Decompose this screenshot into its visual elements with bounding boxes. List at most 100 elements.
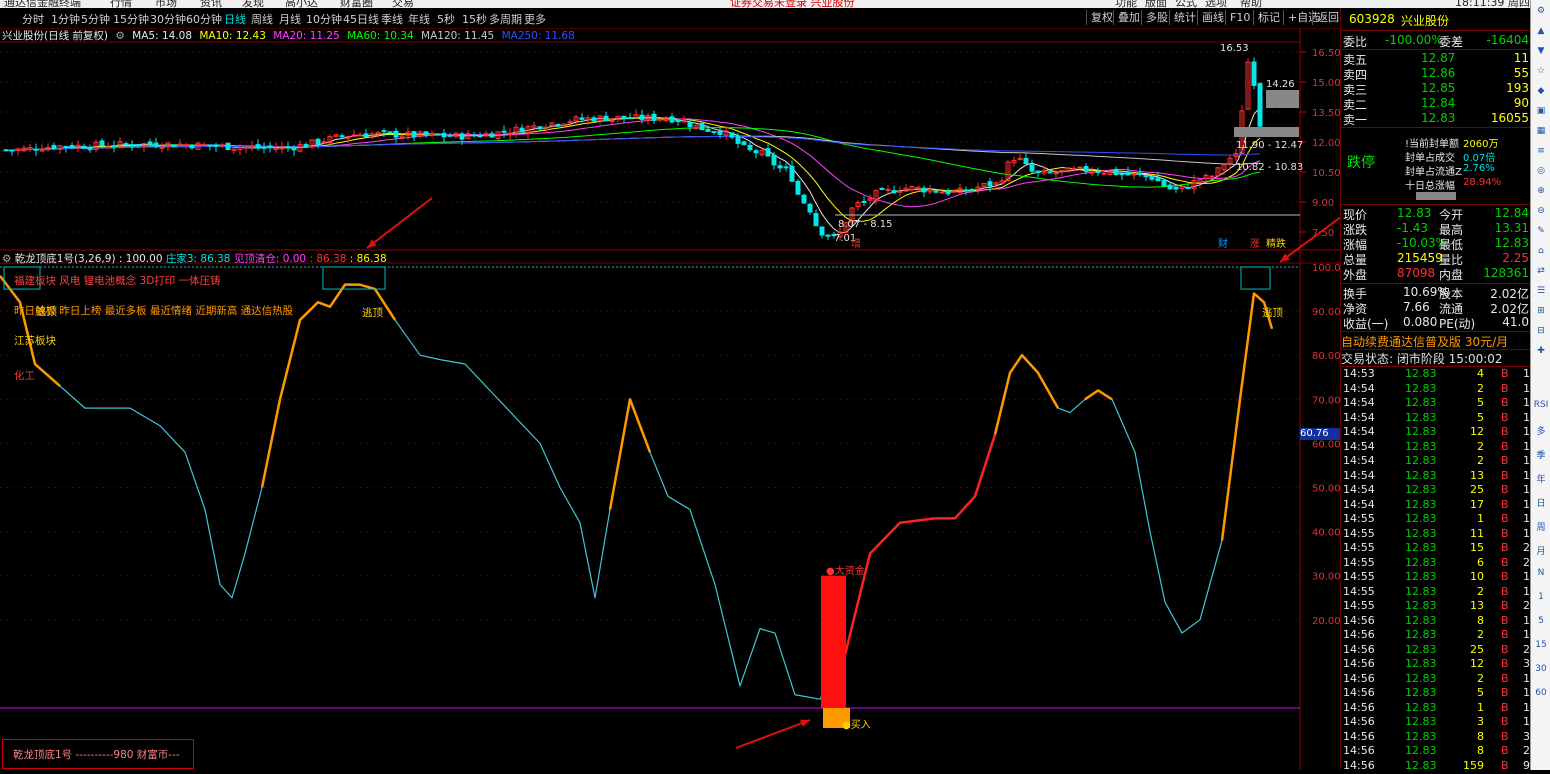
tick-time: 14:56 [1343, 671, 1375, 685]
toolbar-icon-12[interactable]: ⌂ [1533, 246, 1549, 256]
candle-body [435, 133, 441, 136]
candle-body [1125, 171, 1131, 176]
candle-body [1083, 166, 1089, 172]
toolbar-icon-10[interactable]: ⊖ [1533, 206, 1549, 216]
toolbar-period-4[interactable]: 日 [1533, 496, 1549, 509]
toolbar-icon-15[interactable]: ⊞ [1533, 306, 1549, 316]
candle-body [735, 135, 741, 144]
toolbar-icon-2[interactable]: ▼ [1533, 46, 1549, 56]
candle-body [1251, 61, 1257, 86]
price-axis-label: 16.50 [1312, 48, 1340, 59]
candle-body [1119, 173, 1125, 176]
toolbar-icon-1[interactable]: ▲ [1533, 26, 1549, 36]
toolbar-period-7[interactable]: N [1533, 568, 1549, 578]
toolbar-period-0[interactable]: RSI [1533, 400, 1549, 410]
candle-body [795, 180, 801, 195]
tick-count: 1 [1523, 367, 1530, 380]
ask-label: 卖一 [1343, 113, 1368, 127]
sep-6 [1341, 331, 1531, 332]
toolbar-period-6[interactable]: 月 [1533, 544, 1549, 557]
tick-volume: 8 [1477, 729, 1484, 743]
toolbar-period-1[interactable]: 多 [1533, 424, 1549, 437]
candle-body [381, 130, 387, 133]
tick-price: 12.83 [1405, 483, 1437, 496]
toolbar-period-5[interactable]: 周 [1533, 520, 1549, 533]
ad-row[interactable]: 自动续费通达信普及版 30元/月 [1341, 333, 1531, 349]
tick-side: B [1501, 642, 1509, 656]
oscillator-segment [1220, 292, 1274, 541]
tick-row: 14:54 12.83 2 B 1 [1341, 440, 1531, 455]
ask-volume: 55 [1513, 66, 1529, 80]
tick-side: B [1501, 628, 1509, 641]
candle-body [777, 165, 783, 169]
limit-label: 封单占成交 [1405, 153, 1455, 164]
tick-row: 14:55 12.83 1 B 1 [1341, 512, 1531, 527]
collapse-handle[interactable] [1416, 192, 1456, 200]
toolbar-period-12[interactable]: 60 [1533, 688, 1549, 698]
toolbar-period-2[interactable]: 季 [1533, 448, 1549, 461]
toolbar-period-3[interactable]: 年 [1533, 472, 1549, 485]
toolbar-icon-3[interactable]: ☆ [1533, 66, 1549, 76]
candle-body [459, 133, 465, 140]
toolbar-icon-7[interactable]: ≡ [1533, 146, 1549, 156]
toolbar-period-11[interactable]: 30 [1533, 664, 1549, 674]
ask-row: 卖五 12.87 11 [1341, 51, 1531, 67]
tick-count: 3 [1523, 729, 1530, 743]
indicator-footer[interactable]: 乾龙顶底1号 ----------980 财富币--- [2, 739, 194, 769]
toolbar-icon-17[interactable]: ✚ [1533, 346, 1549, 356]
toolbar-icon-14[interactable]: ☰ [1533, 286, 1549, 296]
kline-chart[interactable]: 16.5015.0013.5012.0010.509.007.50 16.531… [0, 0, 1340, 770]
tick-count: 1 [1523, 439, 1530, 453]
price-axis-label: 13.50 [1312, 108, 1340, 119]
tick-time: 14:56 [1343, 686, 1375, 699]
top-signal-1: 逃顶 [36, 306, 57, 318]
candle-body [255, 144, 261, 149]
tick-row: 14:56 12.83 159 B 9 [1341, 759, 1531, 774]
toolbar-icon-6[interactable]: ▦ [1533, 126, 1549, 136]
tick-count: 1 [1523, 483, 1530, 496]
tick-price: 12.83 [1405, 454, 1437, 467]
tick-row: 14:54 12.83 25 B 1 [1341, 483, 1531, 498]
tick-volume: 2 [1477, 584, 1484, 598]
tick-time: 14:54 [1343, 396, 1375, 409]
toolbar-icon-9[interactable]: ⊕ [1533, 186, 1549, 196]
toolbar-period-8[interactable]: 1 [1533, 592, 1549, 602]
tick-time: 14:55 [1343, 512, 1375, 525]
stat-value: -1.43 [1397, 221, 1429, 235]
tick-side: B [1501, 599, 1509, 612]
candle-body [1155, 177, 1161, 182]
toolbar-icon-8[interactable]: ◎ [1533, 166, 1549, 176]
sector-note-3: 江苏板块 [14, 335, 56, 347]
toolbar-period-9[interactable]: 5 [1533, 616, 1549, 626]
candle-body [243, 146, 249, 149]
tick-price: 12.83 [1405, 512, 1437, 525]
candle-body [825, 234, 831, 237]
fund-value: 0.080 [1403, 315, 1438, 329]
toolbar-icon-11[interactable]: ✎ [1533, 226, 1549, 236]
tick-count: 1 [1523, 700, 1530, 714]
candle-body [1053, 172, 1059, 175]
toolbar-icon-0[interactable]: ⚙ [1533, 6, 1549, 16]
toolbar-icon-5[interactable]: ▣ [1533, 106, 1549, 116]
indicator-name[interactable]: 乾龙顶底1号(3,26,9) [15, 253, 116, 265]
big-money-bar [821, 575, 846, 708]
tick-time: 14:55 [1343, 526, 1375, 540]
weibi-value: -100.00% [1385, 33, 1443, 47]
menu-item-13[interactable]: 18:11:39 周四 [1455, 0, 1530, 8]
indicator-axis-label: 40.00 [1312, 528, 1340, 539]
ma120-line [5, 135, 1261, 165]
stat-value-2: 12.83 [1494, 236, 1529, 250]
candle-body [963, 189, 969, 192]
candle-body [3, 149, 9, 152]
toolbar-period-10[interactable]: 15 [1533, 640, 1549, 650]
toolbar-icon-13[interactable]: ⇄ [1533, 266, 1549, 276]
tick-row: 14:54 12.83 2 B 1 [1341, 454, 1531, 469]
indicator-settings-icon[interactable]: ⚙ [2, 253, 11, 265]
indicator-v2: : 86.38 [349, 253, 387, 265]
toolbar-icon-4[interactable]: ◆ [1533, 86, 1549, 96]
tick-price: 12.83 [1405, 526, 1437, 540]
tick-count: 2 [1523, 599, 1530, 612]
tick-time: 14:56 [1343, 715, 1375, 728]
toolbar-icon-16[interactable]: ⊟ [1533, 326, 1549, 336]
fund-row: 收益(一) 0.080 PE(动) 41.0 [1341, 315, 1531, 331]
